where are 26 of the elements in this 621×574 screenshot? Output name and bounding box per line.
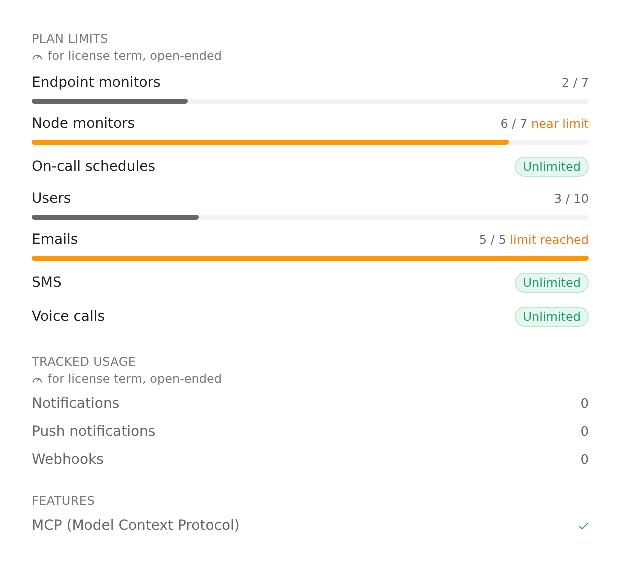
usage-count: 6 / 7 near limit xyxy=(500,117,589,131)
limit-label: Node monitors xyxy=(32,116,136,132)
usage-label: Webhooks xyxy=(32,452,104,468)
limit-label: Emails xyxy=(32,232,78,248)
feature-label: MCP (Model Context Protocol) xyxy=(32,518,240,534)
usage-value: 0 xyxy=(580,396,589,412)
usage-value: 0 xyxy=(580,424,589,440)
limit-label: Endpoint monitors xyxy=(32,75,161,91)
section-title: TRACKED USAGE xyxy=(32,355,138,369)
limit-label: SMS xyxy=(32,275,62,291)
usage-value: 0 xyxy=(580,452,589,468)
section-title: PLAN LIMITS xyxy=(32,32,110,46)
usage-count: 5 / 5 limit reached xyxy=(479,233,589,247)
usage-label: Push notifications xyxy=(32,424,156,440)
section-subtitle: for license term, open-ended xyxy=(48,49,222,63)
section-title: FEATURES xyxy=(32,494,96,508)
usage-count: 3 / 10 xyxy=(554,192,589,206)
unlimited-badge: Unlimited xyxy=(515,273,589,293)
limit-label: On-call schedules xyxy=(32,159,156,175)
unlimited-badge: Unlimited xyxy=(515,157,589,177)
section-subtitle: for license term, open-ended xyxy=(48,372,222,386)
limit-label: Users xyxy=(32,191,72,207)
usage-label: Notifications xyxy=(32,396,120,412)
limit-label: Voice calls xyxy=(32,309,106,325)
usage-count: 2 / 7 xyxy=(562,76,589,90)
unlimited-badge: Unlimited xyxy=(515,307,589,327)
